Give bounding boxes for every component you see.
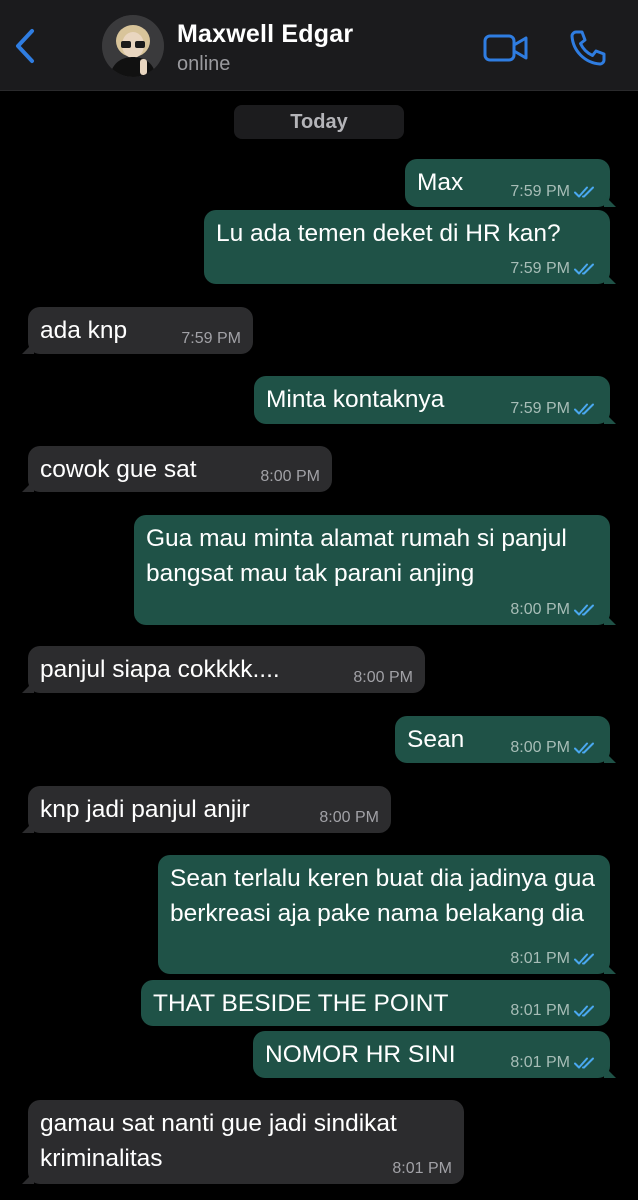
read-receipt-icon [574,1005,594,1017]
video-camera-icon [483,34,528,62]
message-time: 8:01 PM [510,950,570,967]
outgoing-message[interactable]: Sean 8:00 PM [395,716,616,763]
message-meta: 8:00 PM [510,601,598,619]
read-receipt-icon [574,742,594,754]
message-time: 8:01 PM [392,1160,452,1177]
message-text: Lu ada temen deket di HR kan? [216,220,561,247]
message-time: 8:01 PM [510,1002,570,1019]
incoming-message[interactable]: gamau sat nanti gue jadi sindikat krimin… [22,1100,464,1184]
message-meta: 8:01 PM [510,1002,598,1020]
message-meta: 7:59 PM [181,330,241,348]
outgoing-message[interactable]: Lu ada temen deket di HR kan? 7:59 PM [204,210,616,284]
message-time: 8:01 PM [510,1054,570,1071]
contact-status: online [177,53,231,75]
message-time: 8:00 PM [510,601,570,618]
read-receipt-icon [574,953,594,965]
incoming-message[interactable]: panjul siapa cokkkk.... 8:00 PM [22,646,425,693]
message-meta: 8:01 PM [510,950,598,968]
avatar[interactable] [102,15,164,77]
message-meta: 8:00 PM [353,669,413,687]
message-time: 7:59 PM [181,330,241,347]
message-meta: 8:00 PM [260,468,320,486]
chevron-left-icon [16,29,34,63]
contact-name[interactable]: Maxwell Edgar [177,20,353,49]
outgoing-message[interactable]: Max 7:59 PM [405,159,616,207]
incoming-message[interactable]: cowok gue sat 8:00 PM [22,446,332,492]
message-meta: 8:01 PM [510,1054,598,1072]
outgoing-message[interactable]: Minta kontaknya 7:59 PM [254,376,616,424]
message-meta: 8:01 PM [392,1160,452,1178]
voice-call-button[interactable] [568,28,608,68]
avatar-photo [102,15,164,77]
message-meta: 8:00 PM [319,809,379,827]
read-receipt-icon [574,403,594,415]
message-time: 8:00 PM [510,739,570,756]
phone-icon [570,30,606,66]
message-meta: 8:00 PM [510,739,598,757]
message-text: Sean terlalu keren buat dia jadinya gua … [170,865,595,927]
outgoing-message[interactable]: THAT BESIDE THE POINT 8:01 PM [141,980,610,1026]
message-meta: 7:59 PM [510,183,598,201]
message-time: 8:00 PM [353,669,413,686]
read-receipt-icon [574,1057,594,1069]
date-divider: Today [234,105,404,139]
message-time: 8:00 PM [260,468,320,485]
message-time: 7:59 PM [510,260,570,277]
read-receipt-icon [574,186,594,198]
outgoing-message[interactable]: NOMOR HR SINI 8:01 PM [253,1031,616,1078]
incoming-message[interactable]: ada knp 7:59 PM [22,307,253,354]
message-time: 8:00 PM [319,809,379,826]
message-meta: 7:59 PM [510,260,598,278]
message-text: Gua mau minta alamat rumah si panjul ban… [146,525,567,587]
read-receipt-icon [574,604,594,616]
incoming-message[interactable]: knp jadi panjul anjir 8:00 PM [22,786,391,833]
video-call-button[interactable] [482,28,530,68]
outgoing-message[interactable]: Gua mau minta alamat rumah si panjul ban… [134,515,616,625]
read-receipt-icon [574,263,594,275]
message-time: 7:59 PM [510,400,570,417]
chat-header: Maxwell Edgar online [0,0,638,91]
outgoing-message[interactable]: Sean terlalu keren buat dia jadinya gua … [158,855,616,974]
message-meta: 7:59 PM [510,400,598,418]
back-button[interactable] [8,26,42,66]
message-time: 7:59 PM [510,183,570,200]
message-text: gamau sat nanti gue jadi sindikat krimin… [40,1110,397,1172]
